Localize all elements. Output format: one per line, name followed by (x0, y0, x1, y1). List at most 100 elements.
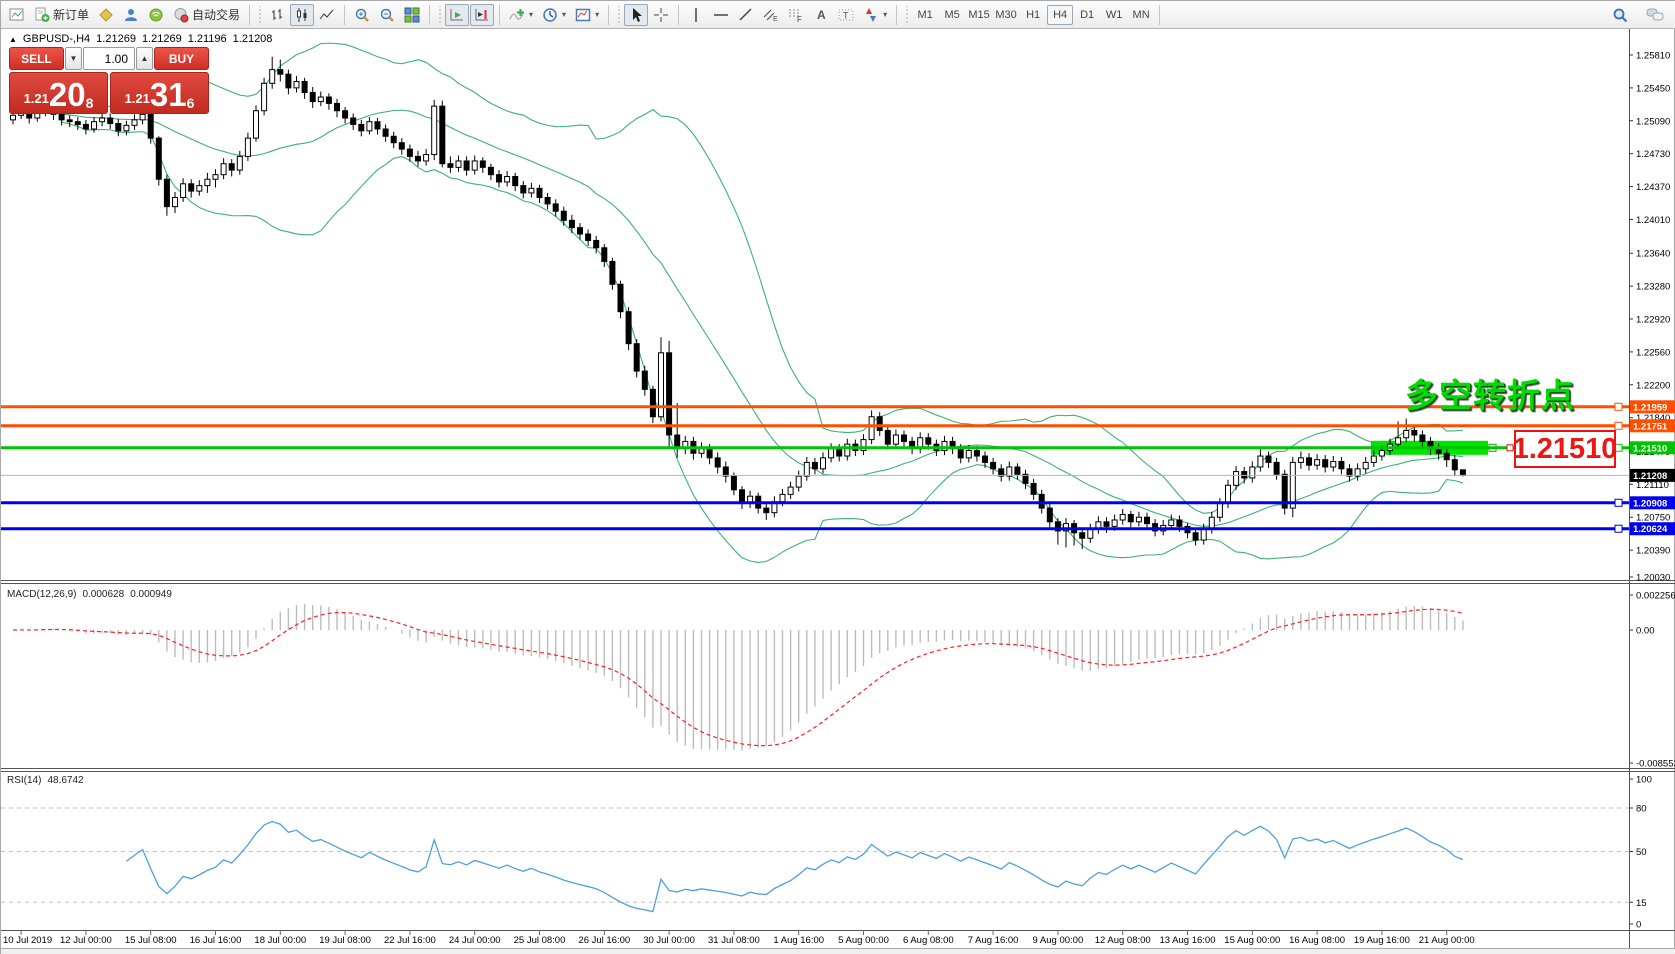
bollinger-lower-band (62, 122, 1463, 562)
price-badge-label: 1.21751 (1633, 421, 1668, 432)
date-label: 19 Jul 08:00 (319, 935, 371, 946)
level-line-handle[interactable] (1615, 403, 1622, 410)
candle-body (1169, 520, 1174, 525)
candle-body (383, 129, 388, 136)
candle-body (1039, 494, 1044, 508)
candle-body (286, 74, 291, 88)
candle-body (1242, 472, 1247, 478)
price-tick-label: 1.20750 (1636, 513, 1670, 524)
candle-body (513, 176, 518, 185)
candle-body (586, 234, 591, 240)
candle-body (343, 111, 348, 118)
volume-input[interactable]: 1.00 (83, 47, 135, 70)
date-label: 1 Aug 16:00 (773, 935, 824, 946)
candle-body (1047, 508, 1052, 522)
candle-body (1031, 483, 1036, 494)
buy-price-point: 6 (187, 96, 195, 110)
sell-button[interactable]: SELL (9, 47, 64, 70)
candle-body (869, 417, 874, 440)
ohlc-close: 1.21208 (233, 33, 273, 45)
candle-body (399, 143, 404, 149)
level-line-handle[interactable] (1615, 525, 1622, 532)
date-label: 9 Aug 00:00 (1033, 935, 1084, 946)
candle-body (845, 444, 850, 456)
rsi-tick-label: 0 (1636, 920, 1641, 931)
price-tick-label: 1.22200 (1636, 380, 1670, 391)
date-label: 30 Jul 00:00 (643, 935, 695, 946)
macd-signal-line (13, 609, 1463, 745)
price-callout-box[interactable]: 1.21510 (1514, 430, 1616, 468)
candle-body (1112, 520, 1117, 526)
date-label: 12 Aug 08:00 (1095, 935, 1151, 946)
macd-name: MACD(12,26,9) (7, 589, 76, 600)
turning-point-annotation[interactable]: 多空转折点 (1405, 369, 1587, 417)
candle-body (902, 435, 907, 441)
candle-body (1088, 529, 1093, 538)
candle-body (448, 164, 453, 168)
symbol-info-bar: ▲ GBPUSD-,H4 1.21269 1.21269 1.21196 1.2… (9, 33, 272, 45)
candle-body (545, 198, 550, 204)
candle-body (335, 103, 340, 110)
ohlc-high: 1.21269 (142, 33, 182, 45)
price-badge-label: 1.21208 (1633, 471, 1667, 482)
level-line-handle[interactable] (1615, 422, 1622, 429)
buy-button[interactable]: BUY (154, 47, 209, 70)
candle-body (497, 175, 502, 182)
date-label: 13 Aug 16:00 (1160, 935, 1216, 946)
candle-body (424, 155, 429, 161)
candle-body (594, 240, 599, 247)
candle-body (294, 81, 299, 87)
candle-body (1104, 522, 1109, 527)
date-label: 12 Jul 00:00 (60, 935, 112, 946)
buy-price-pips: 31 (150, 80, 187, 110)
chart-canvas[interactable]: 0.0022560.00-0.008553 1008050150 1.25810… (1, 1, 1675, 954)
buy-price-tile[interactable]: 1.21316 (110, 72, 209, 114)
candle-body (610, 261, 615, 284)
sell-price-tile[interactable]: 1.21208 (9, 72, 108, 114)
level-line-handle[interactable] (1615, 499, 1622, 506)
candle-body (1266, 456, 1271, 462)
rsi-line (126, 821, 1463, 911)
candle-body (1396, 438, 1401, 444)
candle-body (1412, 430, 1417, 435)
candle-body (561, 211, 566, 220)
price-tick-label: 1.20030 (1636, 573, 1670, 584)
candle-body (11, 115, 16, 120)
date-axis: 10 Jul 201912 Jul 00:0015 Jul 08:0016 Ju… (1, 930, 1675, 954)
candle-body (254, 111, 259, 138)
date-label: 24 Jul 00:00 (449, 935, 501, 946)
candle-body (92, 122, 97, 129)
rsi-tick-label: 80 (1636, 804, 1647, 815)
candle-body (391, 136, 396, 142)
date-label: 19 Aug 16:00 (1354, 935, 1410, 946)
price-tick-label: 1.25450 (1636, 83, 1670, 94)
price-tick-label: 1.24370 (1636, 182, 1670, 193)
candle-body (124, 125, 129, 130)
price-tick-label: 1.25090 (1636, 116, 1670, 127)
candle-body (667, 353, 672, 435)
volume-increase-button[interactable]: ▲ (136, 47, 153, 70)
date-label: 5 Aug 00:00 (838, 935, 889, 946)
candle-body (116, 124, 121, 131)
candle-body (764, 508, 769, 513)
volume-decrease-button[interactable]: ▼ (65, 47, 82, 70)
rsi-tick-label: 15 (1636, 898, 1647, 909)
candle-body (407, 149, 412, 156)
macd-value-signal: 0.000949 (130, 589, 172, 600)
candle-body (229, 164, 234, 170)
candle-body (359, 124, 364, 130)
date-label: 22 Jul 16:00 (384, 935, 436, 946)
candle-body (707, 449, 712, 458)
candle-body (480, 161, 485, 167)
collapse-panel-icon[interactable]: ▲ (9, 35, 17, 44)
candle-body (221, 164, 226, 175)
candle-body (642, 371, 647, 389)
candle-body (1015, 467, 1020, 474)
macd-value-main: 0.000628 (82, 589, 124, 600)
sell-price-point: 8 (86, 96, 94, 110)
candle-body (270, 70, 275, 84)
candle-body (108, 118, 113, 123)
candle-body (602, 248, 607, 262)
candle-body (505, 176, 510, 181)
candle-body (181, 184, 186, 198)
